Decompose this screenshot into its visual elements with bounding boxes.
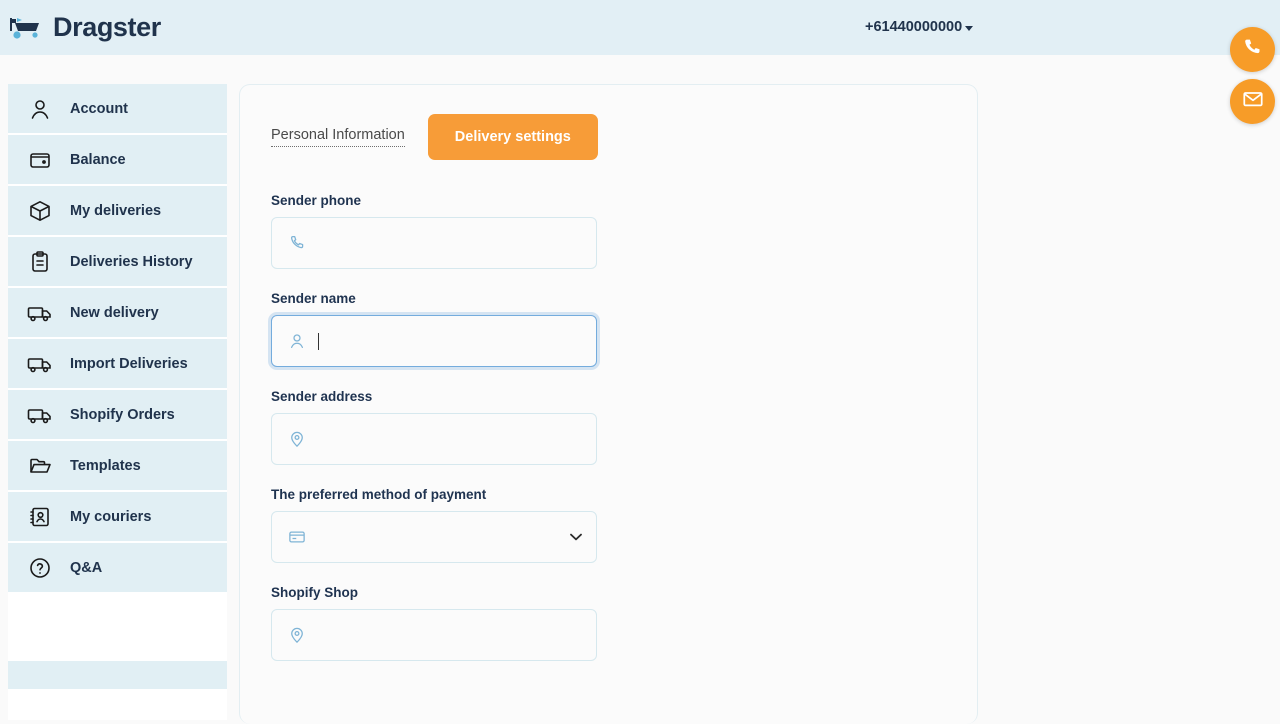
sidebar-item-balance[interactable]: Balance bbox=[8, 135, 227, 186]
sender-phone-input[interactable] bbox=[316, 218, 596, 268]
phone-icon bbox=[287, 234, 306, 253]
field-sender-address: Sender address bbox=[271, 389, 977, 465]
sidebar-item-label: Account bbox=[70, 100, 128, 117]
sidebar-item-label: New delivery bbox=[70, 304, 159, 321]
delivery-settings-form: Sender phone Sender name Sender address … bbox=[271, 193, 977, 661]
field-sender-name: Sender name bbox=[271, 291, 977, 367]
question-circle-icon bbox=[26, 554, 54, 582]
caret-down-icon bbox=[965, 25, 974, 31]
sidebar-item-templates[interactable]: Templates bbox=[8, 441, 227, 492]
sidebar-item-deliveries-history[interactable]: Deliveries History bbox=[8, 237, 227, 288]
tab-delivery-settings[interactable]: Delivery settings bbox=[427, 114, 598, 160]
sidebar-item-label: Deliveries History bbox=[70, 253, 193, 270]
shopify-shop-input-wrapper[interactable] bbox=[271, 609, 597, 661]
sidebar-item-shopify-orders[interactable]: Shopify Orders bbox=[8, 390, 227, 441]
field-label: The preferred method of payment bbox=[271, 487, 487, 502]
email-button[interactable] bbox=[1230, 79, 1275, 124]
sidebar-item-import-deliveries[interactable]: Import Deliveries bbox=[8, 339, 227, 390]
sidebar-item-account[interactable]: Account bbox=[8, 84, 227, 135]
settings-tabs: Personal Information Delivery settings bbox=[271, 114, 977, 160]
account-phone-label: +61440000000 bbox=[865, 19, 963, 35]
clipboard-icon bbox=[26, 248, 54, 276]
contact-book-icon bbox=[26, 503, 54, 531]
shopify-shop-input[interactable] bbox=[316, 610, 596, 660]
field-label: Sender address bbox=[271, 389, 373, 404]
truck-icon bbox=[26, 299, 54, 327]
sidebar-item-label: Import Deliveries bbox=[70, 355, 188, 372]
location-pin-icon bbox=[287, 430, 306, 449]
account-phone-dropdown[interactable]: +61440000000 bbox=[865, 19, 974, 35]
brand-logo[interactable]: Dragster bbox=[8, 14, 161, 42]
user-icon bbox=[287, 332, 306, 351]
field-shopify-shop: Shopify Shop bbox=[271, 585, 977, 661]
shopping-cart-icon bbox=[8, 14, 44, 42]
field-payment-method: The preferred method of payment bbox=[271, 487, 977, 563]
wallet-icon bbox=[26, 146, 54, 174]
sidebar-item-label: Q&A bbox=[70, 559, 103, 576]
envelope-icon bbox=[1242, 88, 1264, 115]
sidebar-item-my-couriers[interactable]: My couriers bbox=[8, 492, 227, 543]
sidebar-item-partial[interactable] bbox=[8, 661, 227, 689]
payment-method-select[interactable] bbox=[316, 512, 596, 562]
field-label: Shopify Shop bbox=[271, 585, 358, 600]
folder-icon bbox=[26, 452, 54, 480]
sidebar-item-label: Shopify Orders bbox=[70, 406, 175, 423]
location-pin-icon bbox=[287, 626, 306, 645]
truck-icon bbox=[26, 350, 54, 378]
package-icon bbox=[26, 197, 54, 225]
sidebar-item-label: Balance bbox=[70, 151, 126, 168]
brand-name: Dragster bbox=[53, 12, 161, 42]
sidebar-nav: Account Balance My deliveries Deliveries… bbox=[8, 84, 227, 720]
sidebar-item-my-deliveries[interactable]: My deliveries bbox=[8, 186, 227, 237]
sidebar-item-label: My couriers bbox=[70, 508, 152, 525]
text-cursor bbox=[318, 332, 319, 350]
sender-address-input-wrapper[interactable] bbox=[271, 413, 597, 465]
sidebar-item-new-delivery[interactable]: New delivery bbox=[8, 288, 227, 339]
field-label: Sender name bbox=[271, 291, 356, 306]
sidebar-item-label: Templates bbox=[70, 457, 141, 474]
truck-icon bbox=[26, 401, 54, 429]
field-sender-phone: Sender phone bbox=[271, 193, 977, 269]
sender-name-input-wrapper[interactable] bbox=[271, 315, 597, 367]
user-icon bbox=[26, 95, 54, 123]
credit-card-icon bbox=[287, 528, 306, 547]
field-label: Sender phone bbox=[271, 193, 362, 208]
sender-name-input[interactable] bbox=[321, 316, 596, 366]
sender-address-input[interactable] bbox=[316, 414, 596, 464]
tab-personal-information[interactable]: Personal Information bbox=[271, 127, 405, 147]
sidebar-item-qa[interactable]: Q&A bbox=[8, 543, 227, 594]
sender-phone-input-wrapper[interactable] bbox=[271, 217, 597, 269]
app-header: Dragster +61440000000 bbox=[0, 0, 1280, 55]
sidebar-item-label: My deliveries bbox=[70, 202, 162, 219]
payment-method-select-wrapper[interactable] bbox=[271, 511, 597, 563]
settings-panel: Personal Information Delivery settings S… bbox=[239, 84, 978, 724]
sidebar-spacer bbox=[8, 594, 227, 661]
call-button[interactable] bbox=[1230, 27, 1275, 72]
phone-icon bbox=[1242, 37, 1263, 63]
